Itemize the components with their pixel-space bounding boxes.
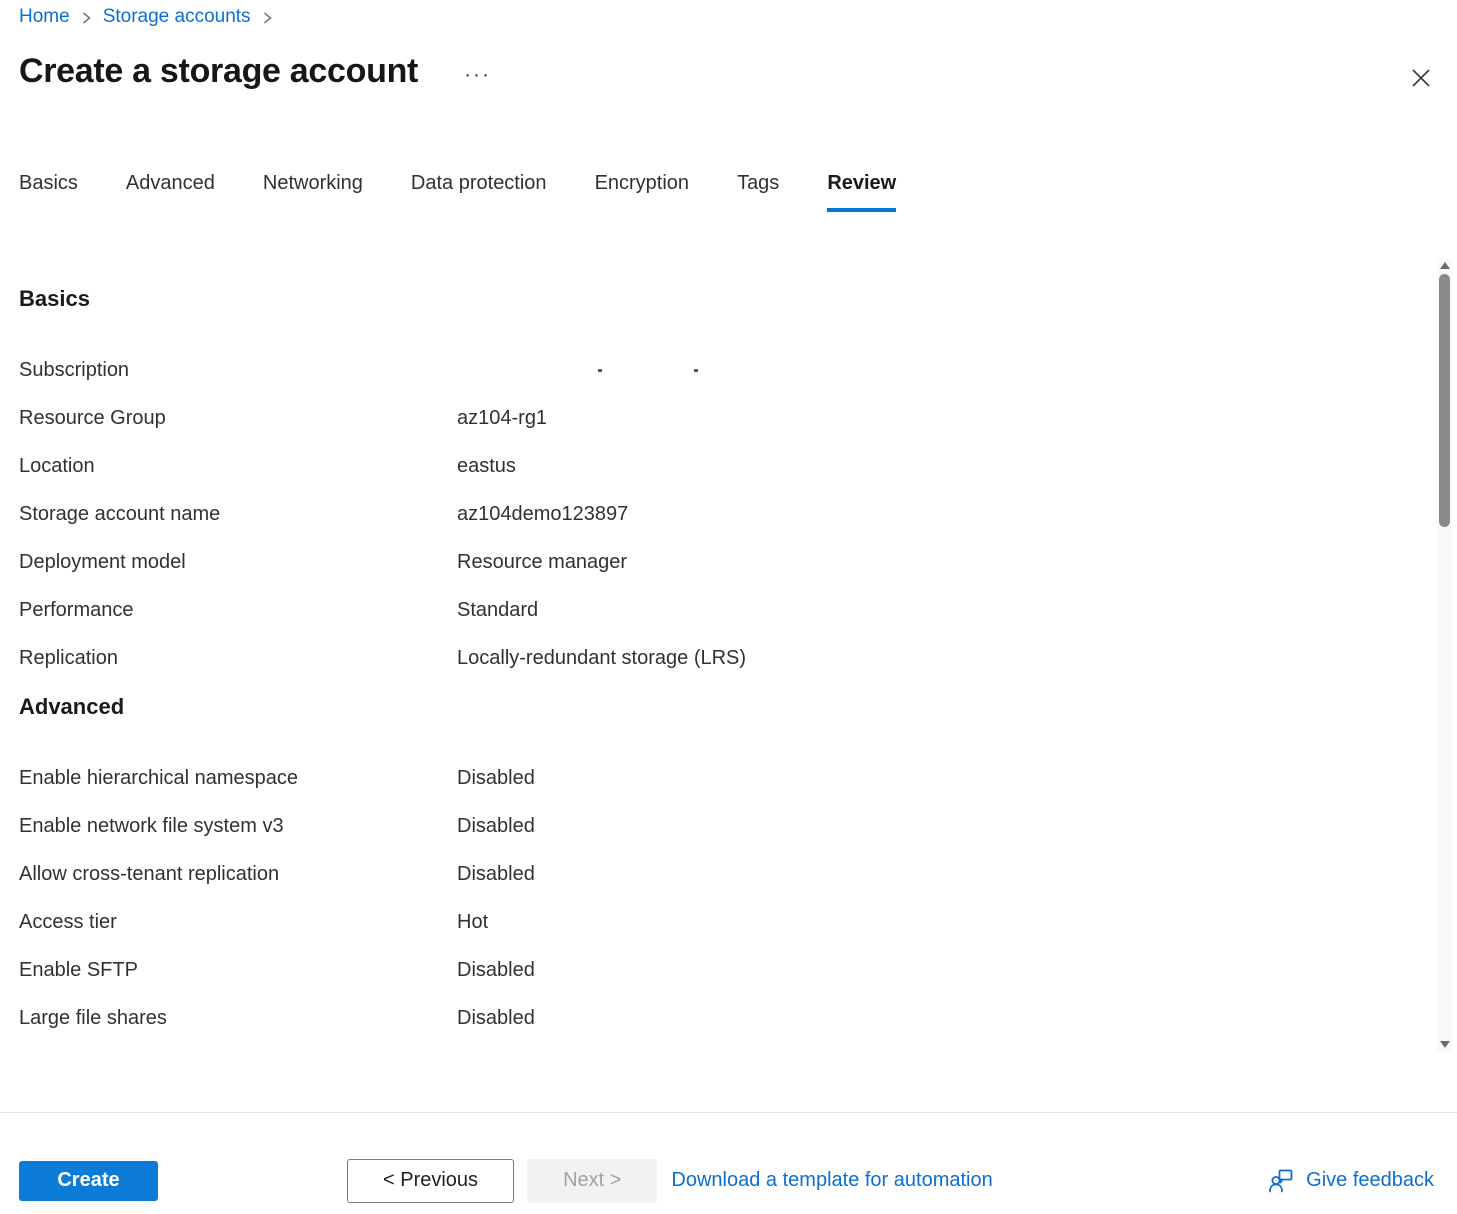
- close-button[interactable]: [1407, 64, 1435, 92]
- scroll-down-icon[interactable]: [1440, 1041, 1450, 1048]
- feedback-icon: [1268, 1167, 1295, 1194]
- review-row-subscription: Subscription: [19, 358, 1417, 383]
- tab-encryption[interactable]: Encryption: [595, 172, 690, 212]
- redacted-mark: [694, 369, 698, 372]
- review-row-enable-hierarchical-namespace: Enable hierarchical namespaceDisabled: [19, 766, 1417, 791]
- row-label: Allow cross-tenant replication: [19, 862, 457, 887]
- row-label: Large file shares: [19, 1006, 457, 1031]
- row-label: Enable network file system v3: [19, 814, 457, 839]
- section-title: Advanced: [19, 694, 1417, 720]
- give-feedback-button[interactable]: Give feedback: [1268, 1167, 1434, 1194]
- review-row-enable-sftp: Enable SFTPDisabled: [19, 958, 1417, 983]
- row-label: Enable hierarchical namespace: [19, 766, 457, 791]
- scroll-up-icon[interactable]: [1440, 262, 1450, 269]
- scrollbar-thumb[interactable]: [1439, 274, 1450, 527]
- row-label: Access tier: [19, 910, 457, 935]
- download-template-link[interactable]: Download a template for automation: [671, 1169, 992, 1192]
- row-label: Enable SFTP: [19, 958, 457, 983]
- row-value: az104-rg1: [457, 406, 1417, 431]
- previous-button[interactable]: < Previous: [347, 1159, 514, 1203]
- row-label: Storage account name: [19, 502, 457, 527]
- row-value: az104demo123897: [457, 502, 1417, 527]
- row-value: Disabled: [457, 1006, 1417, 1031]
- row-label: Resource Group: [19, 406, 457, 431]
- review-row-large-file-shares: Large file sharesDisabled: [19, 1006, 1417, 1031]
- chevron-right-icon: [81, 10, 92, 26]
- review-row-location: Locationeastus: [19, 454, 1417, 479]
- row-value: Disabled: [457, 766, 1417, 791]
- redacted-mark: [598, 369, 602, 372]
- row-value: Resource manager: [457, 550, 1417, 575]
- section-basics: Basics Subscription Resource Groupaz104-rg…: [19, 286, 1417, 671]
- row-value: Hot: [457, 910, 1417, 935]
- review-content: Basics Subscription Resource Groupaz104-rg…: [0, 258, 1457, 1112]
- row-value: eastus: [457, 454, 1417, 479]
- review-row-enable-network-file-system-v3: Enable network file system v3Disabled: [19, 814, 1417, 839]
- next-button: Next >: [527, 1159, 657, 1203]
- row-value: Disabled: [457, 814, 1417, 839]
- row-label: Performance: [19, 598, 457, 623]
- more-menu-button[interactable]: ···: [464, 64, 491, 85]
- row-value: Disabled: [457, 958, 1417, 983]
- tab-data-protection[interactable]: Data protection: [411, 172, 547, 212]
- create-button[interactable]: Create: [19, 1161, 158, 1201]
- tab-tags[interactable]: Tags: [737, 172, 779, 212]
- row-value: Disabled: [457, 862, 1417, 887]
- section-title: Basics: [19, 286, 1417, 312]
- tab-review[interactable]: Review: [827, 172, 896, 212]
- row-label: Subscription: [19, 358, 457, 383]
- row-label: Deployment model: [19, 550, 457, 575]
- review-row-deployment-model: Deployment modelResource manager: [19, 550, 1417, 575]
- row-label: Location: [19, 454, 457, 479]
- review-row-resource-group: Resource Groupaz104-rg1: [19, 406, 1417, 431]
- tab-advanced[interactable]: Advanced: [126, 172, 215, 212]
- breadcrumb: Home Storage accounts: [19, 6, 273, 28]
- tab-basics[interactable]: Basics: [19, 172, 78, 212]
- tab-bar: Basics Advanced Networking Data protection E…: [19, 172, 896, 212]
- breadcrumb-link-home[interactable]: Home: [19, 6, 70, 28]
- page-header: Create a storage account ···: [19, 52, 1397, 91]
- review-row-replication: ReplicationLocally-redundant storage (LR…: [19, 646, 1417, 671]
- tab-networking[interactable]: Networking: [263, 172, 363, 212]
- chevron-right-icon: [262, 10, 273, 26]
- close-icon: [1411, 68, 1431, 88]
- row-value: Locally-redundant storage (LRS): [457, 646, 1417, 671]
- breadcrumb-link-storage-accounts[interactable]: Storage accounts: [103, 6, 251, 28]
- feedback-label: Give feedback: [1306, 1169, 1434, 1192]
- page-title: Create a storage account: [19, 52, 418, 91]
- footer-bar: Create < Previous Next > Download a temp…: [0, 1112, 1457, 1214]
- section-advanced: AdvancedEnable hierarchical namespaceDis…: [19, 694, 1417, 1031]
- review-row-access-tier: Access tierHot: [19, 910, 1417, 935]
- review-row-storage-account-name: Storage account nameaz104demo123897: [19, 502, 1417, 527]
- row-label: Replication: [19, 646, 457, 671]
- review-row-performance: PerformanceStandard: [19, 598, 1417, 623]
- row-value: Standard: [457, 598, 1417, 623]
- scrollbar[interactable]: [1437, 258, 1452, 1052]
- review-row-allow-cross-tenant-replication: Allow cross-tenant replicationDisabled: [19, 862, 1417, 887]
